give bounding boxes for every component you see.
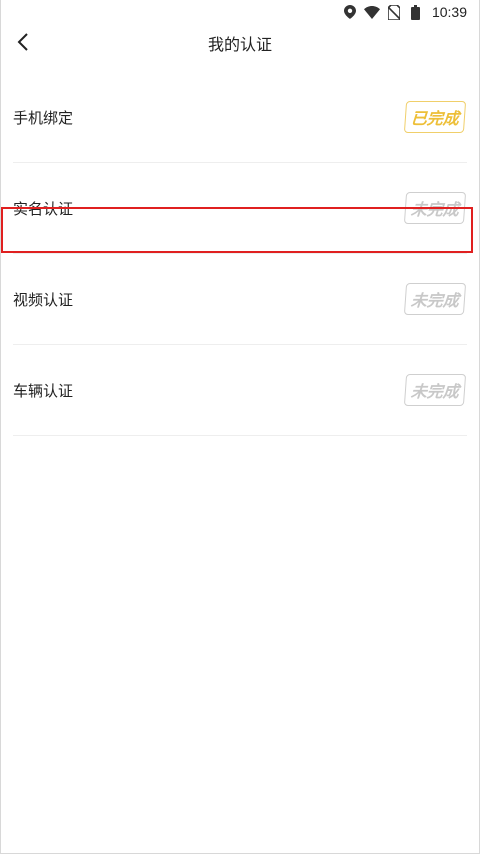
verification-item-vehicle[interactable]: 车辆认证 未完成 — [13, 345, 467, 436]
verification-item-realname[interactable]: 实名认证 未完成 — [1, 163, 473, 254]
status-stamp: 未完成 — [403, 283, 467, 315]
item-label: 手机绑定 — [13, 108, 74, 127]
status-stamp: 未完成 — [403, 374, 467, 406]
nav-bar: 我的认证 — [1, 24, 479, 60]
page-title: 我的认证 — [207, 35, 272, 54]
wifi-icon — [363, 4, 380, 20]
item-label: 视频认证 — [13, 290, 74, 309]
verification-list: 手机绑定 已完成 实名认证 未完成 视频认证 未完成 车辆认证 未完成 — [1, 72, 473, 436]
status-stamp: 已完成 — [403, 101, 467, 133]
battery-icon — [408, 4, 424, 20]
status-bar: 10:39 — [1, 0, 479, 24]
status-time: 10:39 — [431, 4, 467, 20]
location-icon — [342, 4, 358, 20]
item-label: 车辆认证 — [13, 381, 74, 400]
no-sim-icon — [386, 4, 402, 20]
item-label: 实名认证 — [13, 199, 74, 218]
verification-item-phone[interactable]: 手机绑定 已完成 — [13, 72, 467, 163]
status-stamp: 未完成 — [403, 192, 467, 224]
verification-item-video[interactable]: 视频认证 未完成 — [13, 254, 467, 345]
